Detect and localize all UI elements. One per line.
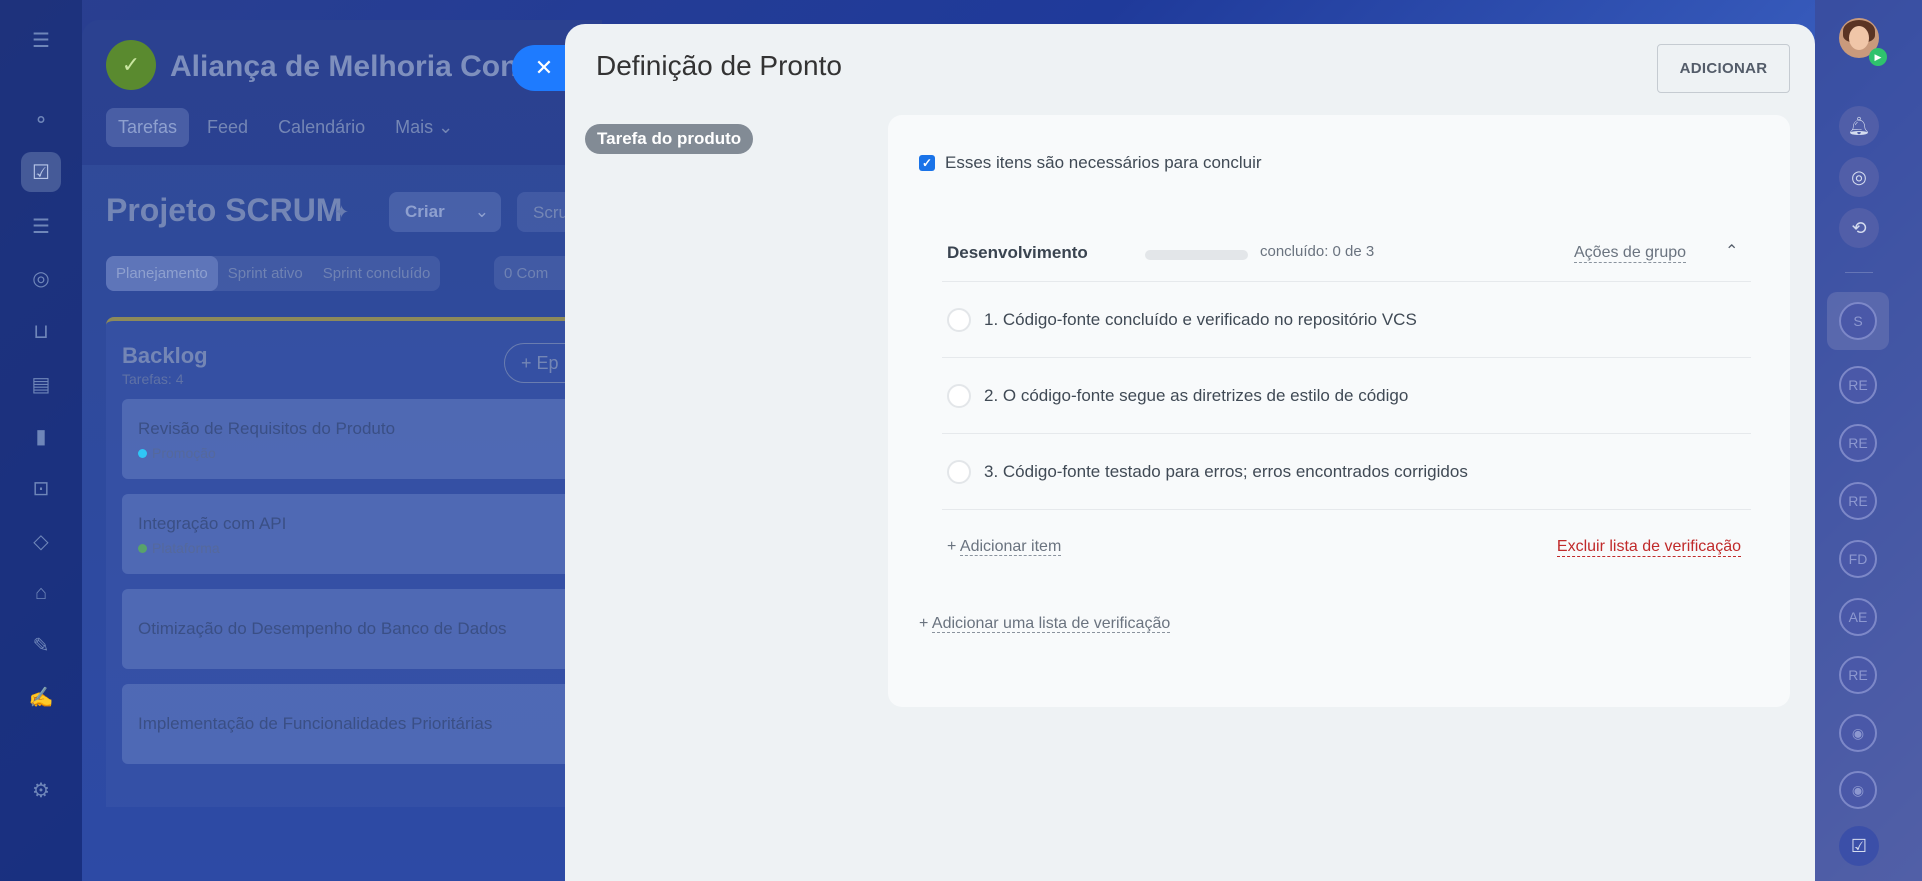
tab-feed[interactable]: Feed xyxy=(195,108,260,147)
dod-slider-panel: Definição de Pronto ADICIONAR Tarefa do … xyxy=(565,24,1815,881)
subtab-planning[interactable]: Planejamento xyxy=(106,256,218,291)
warehouse-icon[interactable]: ⌂ xyxy=(21,573,61,613)
sitemap-icon[interactable]: ⚬ xyxy=(21,100,61,140)
checklist-name[interactable]: Desenvolvimento xyxy=(947,243,1088,263)
delete-checklist-link[interactable]: Excluir lista de verificação xyxy=(1556,538,1741,557)
gear-icon[interactable]: ⚙ xyxy=(21,770,61,810)
user-avatar[interactable]: RE xyxy=(1839,424,1877,462)
background-workspace: ✓ Aliança de Melhoria Con Tarefas Feed C… xyxy=(82,20,604,881)
robot-icon[interactable]: ⊡ xyxy=(21,468,61,508)
group-actions-link[interactable]: Ações de grupo xyxy=(1574,244,1687,263)
backlog-count: Tarefas: 4 xyxy=(122,371,184,387)
required-checkbox[interactable]: ✓ xyxy=(919,155,935,171)
required-checkbox-row[interactable]: ✓ Esses itens são necessários para concl… xyxy=(919,153,1262,173)
subtab-completed-sprint[interactable]: Sprint concluído xyxy=(313,256,441,291)
card-title: Otimização do Desempenho do Banco de Dad… xyxy=(138,619,507,638)
user-avatar[interactable]: FD xyxy=(1839,540,1877,578)
item-checkbox[interactable] xyxy=(947,460,971,484)
backlog-card[interactable]: Revisão de Requisitos do Produto Promoçã… xyxy=(122,399,602,479)
backlog-card[interactable]: Implementação de Funcionalidades Priorit… xyxy=(122,684,602,764)
add-checklist-link[interactable]: + Adicionar uma lista de verificação xyxy=(919,615,1171,633)
subtab-active-sprint[interactable]: Sprint ativo xyxy=(218,256,313,291)
cart-icon[interactable]: ⊔ xyxy=(21,311,61,351)
backlog-card[interactable]: Integração com API Plataforma xyxy=(122,494,602,574)
pin-icon[interactable]: ✦ xyxy=(334,202,349,223)
bell-icon[interactable]: 🔔︎ xyxy=(1839,106,1879,146)
workgroup-tabs: Tarefas Feed Calendário Mais ⌄ xyxy=(106,108,465,147)
user-avatar[interactable]: RE xyxy=(1839,366,1877,404)
add-item-link[interactable]: + Adicionar item xyxy=(947,538,1062,556)
tasks-icon[interactable]: ☑ xyxy=(21,152,61,192)
page-title: Definição de Pronto xyxy=(596,50,842,81)
item-checkbox[interactable] xyxy=(947,308,971,332)
bar-chart-icon[interactable]: ▮ xyxy=(21,416,61,456)
tag-dot-icon xyxy=(138,544,147,553)
pen-icon[interactable]: ✎ xyxy=(21,625,61,665)
chevron-up-icon[interactable]: ⌃ xyxy=(1725,241,1738,261)
dod-card: ✓ Esses itens são necessários para concl… xyxy=(888,115,1790,707)
checklist-item[interactable]: 3. Código-fonte testado para erros; erro… xyxy=(942,434,1751,510)
checklist-footer: + Adicionar item Excluir lista de verifi… xyxy=(942,510,1751,586)
checklist-progress-text: concluído: 0 de 3 xyxy=(1260,243,1375,260)
workgroup-logo: ✓ xyxy=(106,40,156,90)
cube-icon[interactable]: ◇ xyxy=(21,521,61,561)
divider xyxy=(1845,272,1873,273)
tab-more[interactable]: Mais ⌄ xyxy=(383,108,465,147)
play-status-icon: ▶ xyxy=(1869,48,1887,66)
checklist-group: Desenvolvimento concluído: 0 de 3 Ações … xyxy=(942,231,1751,586)
checklist-progress-bar xyxy=(1145,250,1248,260)
user-avatar[interactable]: AE xyxy=(1839,598,1877,636)
card-title: Revisão de Requisitos do Produto xyxy=(138,419,396,438)
tasks-check-icon[interactable]: ☑ xyxy=(1839,826,1879,866)
chat-sync-icon[interactable]: ⟲ xyxy=(1839,208,1879,248)
card-title: Implementação de Funcionalidades Priorit… xyxy=(138,714,493,733)
user-avatar[interactable]: S xyxy=(1839,302,1877,340)
close-icon: ✕ xyxy=(534,55,554,80)
checklist-item[interactable]: 1. Código-fonte concluído e verificado n… xyxy=(942,282,1751,358)
backlog-card[interactable]: Otimização do Desempenho do Banco de Dad… xyxy=(122,589,602,669)
item-label: 3. Código-fonte testado para erros; erro… xyxy=(984,462,1468,481)
left-nav: ☰ ⚬ ☑ ☰ ◎ ⊔ ▤ ▮ ⊡ ◇ ⌂ ✎ ✍ ⚙ xyxy=(0,0,82,881)
right-rail: ▶ 🔔︎ ◎ ⟲ S RE RE RE FD AE RE ◉ ◉ ☑ xyxy=(1815,0,1922,881)
backlog-column: Backlog Tarefas: 4 + Ep Revisão de Requi… xyxy=(106,317,604,807)
close-slider-button[interactable]: ✕ xyxy=(512,45,566,91)
required-label: Esses itens são necessários para conclui… xyxy=(945,153,1262,172)
chevron-down-icon: ⌄ xyxy=(474,202,489,221)
copilot-icon[interactable]: ◉ xyxy=(1839,714,1877,752)
workgroup-title: Aliança de Melhoria Con xyxy=(170,50,519,83)
add-button[interactable]: ADICIONAR xyxy=(1657,44,1790,93)
user-avatar[interactable]: RE xyxy=(1839,482,1877,520)
target-icon[interactable]: ◎ xyxy=(21,258,61,298)
item-label: 2. O código-fonte segue as diretrizes de… xyxy=(984,386,1409,405)
copilot-icon[interactable]: ◉ xyxy=(1839,771,1877,809)
workgroup-header: ✓ Aliança de Melhoria Con Tarefas Feed C… xyxy=(82,20,602,165)
user-avatar[interactable]: RE xyxy=(1839,656,1877,694)
project-title: Projeto SCRUM xyxy=(106,192,343,228)
filter-icon[interactable]: ☰ xyxy=(21,206,61,246)
checklist-item[interactable]: 2. O código-fonte segue as diretrizes de… xyxy=(942,358,1751,434)
item-type-badge[interactable]: Tarefa do produto xyxy=(585,124,754,154)
tag-dot-icon xyxy=(138,449,147,458)
card-title: Integração com API xyxy=(138,514,287,533)
spiral-icon[interactable]: ◎ xyxy=(1839,157,1879,197)
sign-icon[interactable]: ✍ xyxy=(21,677,61,717)
checklist-header: Desenvolvimento concluído: 0 de 3 Ações … xyxy=(942,231,1751,282)
card-tag: Plataforma xyxy=(138,540,586,556)
menu-icon[interactable]: ☰ xyxy=(21,20,61,60)
tab-tasks[interactable]: Tarefas xyxy=(106,108,190,147)
card-tag: Promoção xyxy=(138,445,586,461)
item-checkbox[interactable] xyxy=(947,384,971,408)
create-button[interactable]: Criar ⌄ xyxy=(389,192,501,232)
tab-calendar[interactable]: Calendário xyxy=(266,108,377,147)
card-icon[interactable]: ▤ xyxy=(21,364,61,404)
item-label: 1. Código-fonte concluído e verificado n… xyxy=(984,310,1417,329)
scrum-subtabs: Planejamento Sprint ativo Sprint concluí… xyxy=(106,256,441,291)
backlog-title: Backlog xyxy=(122,343,208,368)
